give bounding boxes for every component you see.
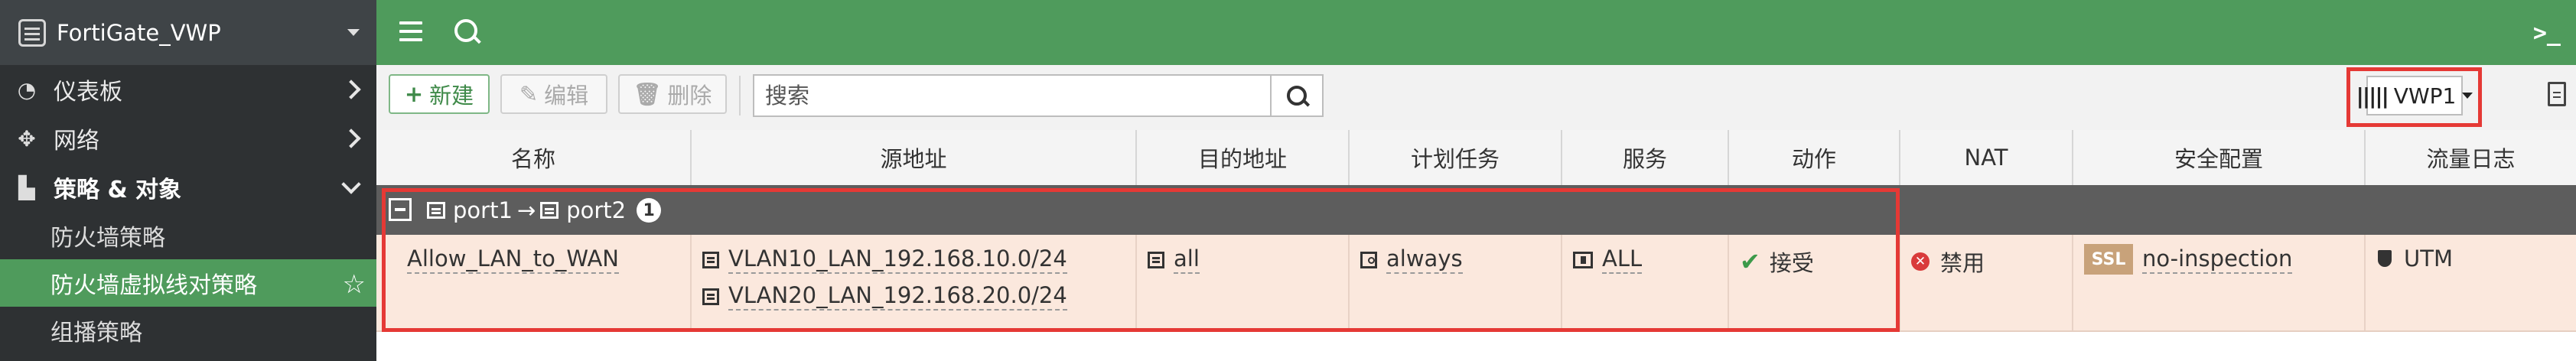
log-value: UTM [2404,246,2453,272]
sidebar-subitem-label: 防火墙策略 [50,225,165,252]
sidebar-item-label: 仪表板 [54,79,122,106]
sidebar-item-policy-objects[interactable]: ▙ 策略 & 对象 [0,163,376,212]
chevron-down-icon [341,174,361,194]
sidebar-item-dashboard[interactable]: ◔ 仪表板 [0,65,376,114]
sidebar-item-network[interactable]: ✥ 网络 [0,114,376,163]
cell-log: UTM [2366,235,2576,330]
dashboard-icon: ◔ [17,76,37,102]
column-header-nat[interactable]: NAT [1900,130,2073,185]
sidebar-subitem-firewall-policy[interactable]: 防火墙策略 [0,212,376,259]
edit-button[interactable]: ✎ 编辑 [500,74,607,114]
toolbar: + 新建 ✎ 编辑 🗑 删除 ||||| VWP1 [376,65,2576,131]
delete-button-label: 删除 [667,83,712,109]
caret-down-icon [2462,93,2473,99]
search-input[interactable] [754,76,1270,115]
search-field [753,74,1324,117]
new-button[interactable]: + 新建 [389,74,490,114]
chevron-right-icon [341,80,361,99]
pencil-icon: ✎ [519,81,539,107]
interface-pair-icon: ||||| [2356,83,2389,109]
group-highlight-box [382,188,1900,332]
security-profile-value: no-inspection [2142,246,2293,274]
sidebar-subitem-label: 组播策略 [50,320,142,346]
security-profile-item[interactable]: SSL no-inspection [2084,244,2293,275]
menu-icon[interactable] [399,21,422,41]
cell-security-profiles: SSL no-inspection [2073,235,2366,330]
delete-button[interactable]: 🗑 删除 [618,74,727,114]
top-bar: >_ [376,0,2576,65]
cli-console-icon[interactable]: >_ [2533,20,2561,47]
vwp-label: VWP1 [2393,83,2457,109]
column-header-schedule[interactable]: 计划任务 [1350,130,1562,185]
device-icon [18,18,46,47]
search-button[interactable] [1270,76,1322,115]
sidebar-item-label: 网络 [54,128,99,154]
caret-down-icon [347,29,360,36]
device-name: FortiGate_VWP [57,19,221,46]
toolbar-divider [739,76,741,115]
column-header-service[interactable]: 服务 [1562,130,1729,185]
sidebar-subitem-multicast-policy[interactable]: 组播策略 [0,307,376,354]
search-icon[interactable] [454,19,477,42]
cell-nat: ✕ 禁用 [1900,235,2073,330]
column-header-security-profiles[interactable]: 安全配置 [2073,130,2366,185]
column-header-log[interactable]: 流量日志 [2366,130,2576,185]
sidebar-subitem-label: 防火墙虚拟线对策略 [50,272,257,299]
export-document-icon[interactable] [2548,82,2566,106]
column-header-destination[interactable]: 目的地址 [1137,130,1350,185]
sidebar-item-label: 策略 & 对象 [54,177,182,203]
column-header-action[interactable]: 动作 [1729,130,1900,185]
sidebar-subitem-virtual-wire-pair-policy[interactable]: 防火墙虚拟线对策略 ☆ [0,259,376,307]
log-item: UTM [2378,246,2453,272]
policy-icon: ▙ [18,174,35,200]
plus-icon: + [404,81,424,107]
shield-icon [2378,250,2392,267]
star-icon[interactable]: ☆ [343,269,366,300]
nat-value: 禁用 [1940,250,1985,276]
ssl-badge: SSL [2084,244,2133,275]
trash-icon: 🗑 [633,80,662,107]
sidebar: FortiGate_VWP ◔ 仪表板 ✥ 网络 ▙ 策略 & 对象 防火墙策略… [0,0,376,361]
new-button-label: 新建 [429,83,474,109]
disabled-icon: ✕ [1911,252,1930,271]
search-icon [1287,86,1307,106]
table-header: 名称 源地址 目的地址 计划任务 服务 动作 NAT 安全配置 流量日志 [376,130,2576,187]
column-header-name[interactable]: 名称 [376,130,692,185]
vwp-selector[interactable]: ||||| VWP1 [2356,76,2473,115]
nat-item: ✕ 禁用 [1911,246,1985,278]
edit-button-label: 编辑 [544,83,589,109]
chevron-right-icon [341,128,361,148]
column-header-source[interactable]: 源地址 [692,130,1137,185]
device-selector[interactable]: FortiGate_VWP [0,0,376,65]
network-icon: ✥ [18,125,36,151]
